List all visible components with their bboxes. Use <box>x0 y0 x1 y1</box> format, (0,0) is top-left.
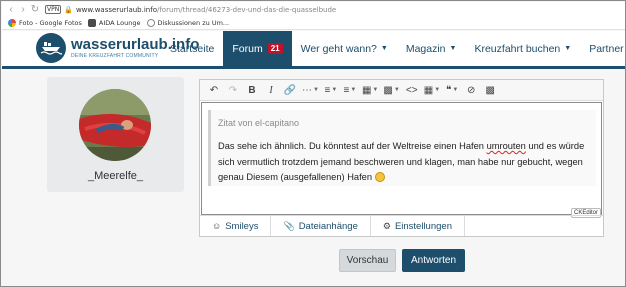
gear-icon: ⚙ <box>382 220 391 231</box>
insert-image-icon[interactable]: ▦ ▼ <box>361 82 379 98</box>
user-profile-card: _Meerelfe_ <box>47 77 184 192</box>
undo-icon[interactable]: ↶ <box>206 82 222 98</box>
forward-icon[interactable]: › <box>17 4 29 16</box>
url-path: /forum/thread/46273-dev-und-das-die-quas… <box>156 5 337 14</box>
insert-media-icon[interactable]: ▩ ▼ <box>382 82 400 98</box>
nav-startseite[interactable]: Startseite <box>161 31 223 66</box>
list-icon[interactable]: ≡ ▼ <box>323 82 339 98</box>
url-domain: www.wasserurlaub.info <box>75 5 157 14</box>
link-icon[interactable]: 🔗 <box>282 82 298 98</box>
bookmark-aida-lounge[interactable]: AIDA Lounge <box>87 19 141 27</box>
main-nav: Startseite Forum 21 Wer geht wann? ▼ Magaz… <box>161 31 625 66</box>
align-icon[interactable]: ≡ ▼ <box>342 82 358 98</box>
bookmark-label: Diskussionen zu Um... <box>157 19 230 27</box>
tab-settings[interactable]: ⚙ Einstellungen <box>371 216 465 236</box>
tab-label: Einstellungen <box>394 220 452 232</box>
nav-forum[interactable]: Forum 21 <box>223 31 292 66</box>
nav-kreuzfahrt-buchen[interactable]: Kreuzfahrt buchen ▼ <box>465 31 580 66</box>
misspelled-word: umrouten <box>486 141 526 151</box>
tab-label: Smileys <box>225 220 259 232</box>
tab-smileys[interactable]: ☺ Smileys <box>200 216 272 236</box>
nav-label: Wer geht wann? <box>300 42 377 55</box>
reload-icon[interactable]: ↻ <box>29 4 41 16</box>
google-photos-icon <box>8 19 16 27</box>
address-bar: ‹ › ↻ VPN 🔒 www.wasserurlaub.info/forum/… <box>2 2 625 17</box>
caret-down-icon: ▼ <box>564 45 572 52</box>
editor-content-area[interactable]: Zitat von el-capitano Das sehe ich ähnli… <box>201 102 602 215</box>
image-upload-icon[interactable]: ▩ <box>482 82 498 98</box>
username[interactable]: _Meerelfe_ <box>47 170 184 182</box>
caret-down-icon: ▼ <box>449 45 457 52</box>
table-icon[interactable]: ▦ ▼ <box>423 82 441 98</box>
bookmark-google-photos[interactable]: Foto - Google Fotos <box>8 19 82 27</box>
editor-tab-bar: ☺ Smileys 📎 Dateianhänge ⚙ Einstellungen <box>200 215 603 236</box>
code-icon[interactable]: <> <box>404 82 420 98</box>
tab-label: Dateianhänge <box>298 220 358 232</box>
notification-badge: 21 <box>267 43 283 54</box>
quote-text: Das sehe ich ähnlich. Du könntest auf de… <box>218 139 596 186</box>
nav-label: Kreuzfahrt buchen <box>474 42 561 55</box>
ship-logo-icon <box>36 33 66 63</box>
discussion-icon <box>146 19 155 27</box>
bookmark-label: AIDA Lounge <box>98 19 141 27</box>
quote-icon[interactable]: ❝ ▼ <box>444 82 460 98</box>
nav-label: Forum <box>232 42 263 55</box>
nav-magazin[interactable]: Magazin ▼ <box>397 31 466 66</box>
bookmark-discussions[interactable]: Diskussionen zu Um... <box>146 19 230 27</box>
quote-author: Zitat von el-capitano <box>218 118 300 128</box>
nav-label: Partner <box>589 42 624 55</box>
nav-wer-geht-wann[interactable]: Wer geht wann? ▼ <box>292 31 397 66</box>
reply-button[interactable]: Antworten <box>402 249 465 272</box>
url-field[interactable]: VPN 🔒 www.wasserurlaub.info/forum/thread… <box>45 4 336 16</box>
browser-window: ‹ › ↻ VPN 🔒 www.wasserurlaub.info/forum/… <box>0 0 626 287</box>
url-text[interactable]: www.wasserurlaub.info/forum/thread/46273… <box>76 6 336 14</box>
avatar[interactable] <box>79 89 151 161</box>
lock-icon: 🔒 <box>64 6 73 14</box>
spoiler-icon[interactable]: ⊘ <box>463 82 479 98</box>
nav-label: Magazin <box>405 42 446 55</box>
nav-partner[interactable]: Partner▼ <box>580 31 625 66</box>
nav-label: Startseite <box>170 42 215 55</box>
redo-icon[interactable]: ↷ <box>225 82 241 98</box>
reply-editor: ↶ ↷ B I 🔗 ⋯ ▼ ≡ ▼ ≡ ▼ ▦ ▼ ▩ ▼ <> ▦ ▼ ❝ ▼ ⊘ ▩ Zi… <box>199 79 604 237</box>
smiley-emoji-icon <box>374 172 385 182</box>
back-icon[interactable]: ‹ <box>5 4 17 16</box>
aida-icon <box>87 19 96 27</box>
quote-block: Zitat von el-capitano Das sehe ich ähnli… <box>208 110 596 186</box>
bold-icon[interactable]: B <box>244 82 260 98</box>
smiley-icon: ☺ <box>212 221 222 231</box>
site-header: wasserurlaub.info DEINE KREUZFAHRT COMMU… <box>2 31 625 69</box>
vpn-badge[interactable]: VPN <box>45 5 62 14</box>
italic-icon[interactable]: I <box>263 82 279 98</box>
paperclip-icon: 📎 <box>283 220 295 231</box>
quote-text-part: Das sehe ich ähnlich. Du könntest auf de… <box>218 141 487 151</box>
caret-down-icon: ▼ <box>380 45 388 52</box>
preview-button[interactable]: Vorschau <box>339 249 396 272</box>
bookmark-label: Foto - Google Fotos <box>19 19 82 27</box>
tab-attachments[interactable]: 📎 Dateianhänge <box>271 216 371 236</box>
editor-toolbar: ↶ ↷ B I 🔗 ⋯ ▼ ≡ ▼ ≡ ▼ ▦ ▼ ▩ ▼ <> ▦ ▼ ❝ ▼ ⊘ ▩ <box>200 80 603 101</box>
more-formatting-icon[interactable]: ⋯ ▼ <box>301 82 320 98</box>
bookmarks-bar: Foto - Google Fotos AIDA Lounge Diskussi… <box>2 17 625 30</box>
